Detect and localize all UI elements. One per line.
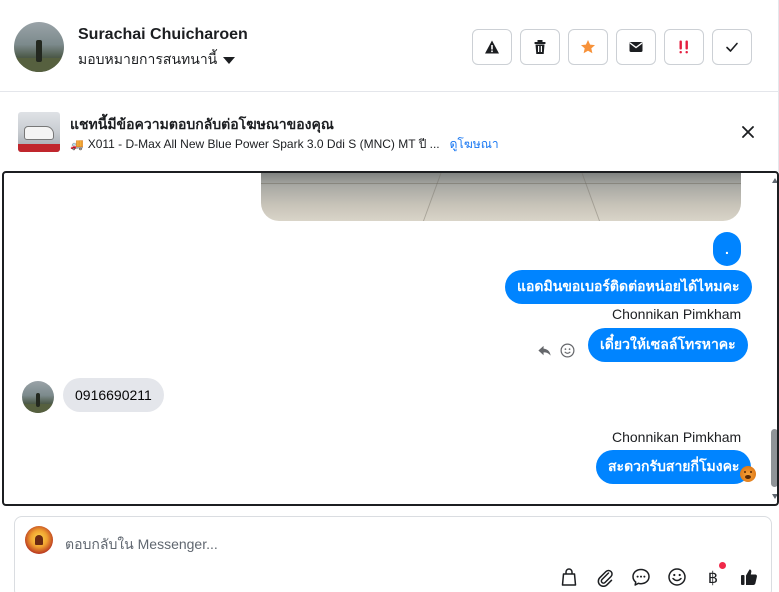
notification-dot bbox=[719, 562, 726, 569]
trash-icon bbox=[534, 40, 546, 54]
user-name[interactable]: Surachai Chuicharoen bbox=[78, 26, 248, 44]
envelope-icon bbox=[629, 42, 643, 52]
react-emoji-icon[interactable] bbox=[559, 342, 575, 358]
saved-reply-icon[interactable] bbox=[631, 567, 651, 587]
user-avatar-small[interactable] bbox=[22, 381, 54, 413]
star-icon bbox=[581, 40, 595, 54]
emoji-icon[interactable] bbox=[667, 567, 687, 587]
scrollbar-thumb[interactable] bbox=[771, 429, 777, 487]
photo-attachment[interactable] bbox=[261, 173, 741, 221]
ad-banner-title: แชทนี้มีข้อความตอบกลับต่อโฆษณาของคุณ bbox=[70, 116, 334, 132]
paperclip-icon[interactable] bbox=[595, 567, 615, 587]
shopping-bag-icon[interactable] bbox=[559, 567, 579, 587]
follow-up-icon bbox=[679, 40, 688, 54]
outgoing-message[interactable]: แอดมินขอเบอร์ติดต่อหน่อยได้ไหมคะ bbox=[505, 270, 752, 304]
message-composer[interactable]: ตอบกลับใน Messenger... ฿ bbox=[14, 516, 772, 592]
follow-up-button[interactable] bbox=[664, 29, 704, 65]
mark-unread-button[interactable] bbox=[616, 29, 656, 65]
scroll-up-arrow[interactable] bbox=[772, 178, 777, 183]
outgoing-message[interactable]: สะดวกรับสายกี่โมงคะ bbox=[596, 450, 752, 484]
reply-icon[interactable] bbox=[536, 342, 552, 358]
sender-name: Chonnikan Pimkham bbox=[612, 429, 742, 445]
checkmark-icon bbox=[726, 42, 738, 52]
mark-spam-button[interactable] bbox=[472, 29, 512, 65]
delete-button[interactable] bbox=[520, 29, 560, 65]
ad-subtitle: X011 - D-Max All New Blue Power Spark 3.… bbox=[87, 137, 440, 151]
truck-icon: 🚚 bbox=[70, 139, 84, 151]
message-thread[interactable]: . แอดมินขอเบอร์ติดต่อหน่อยได้ไหมคะ Chonn… bbox=[2, 171, 779, 506]
seen-reaction-icon bbox=[740, 466, 756, 482]
view-ad-link[interactable]: ดูโฆษณา bbox=[450, 135, 499, 154]
assign-conversation-dropdown[interactable]: มอบหมายการสนทนานี้ bbox=[78, 49, 236, 71]
scroll-down-arrow[interactable] bbox=[772, 494, 777, 499]
star-button[interactable] bbox=[568, 29, 608, 65]
ad-subtitle-row: 🚚 X011 - D-Max All New Blue Power Spark … bbox=[70, 135, 499, 154]
incoming-message[interactable]: 0916690211 bbox=[63, 378, 164, 412]
reply-input[interactable]: ตอบกลับใน Messenger... bbox=[65, 534, 218, 556]
ad-thumbnail[interactable] bbox=[18, 112, 60, 152]
user-avatar[interactable] bbox=[14, 22, 64, 72]
close-icon[interactable] bbox=[738, 122, 758, 142]
sender-name: Chonnikan Pimkham bbox=[612, 306, 742, 322]
composer-toolbar: ฿ bbox=[559, 562, 759, 587]
thumbs-up-icon[interactable] bbox=[739, 567, 759, 587]
outgoing-message[interactable]: เดี๋ยวให้เซลล์โทรหาคะ bbox=[588, 328, 748, 362]
baht-icon[interactable]: ฿ bbox=[703, 562, 726, 587]
assign-label: มอบหมายการสนทนานี้ bbox=[78, 51, 218, 67]
caret-down-icon bbox=[223, 57, 236, 64]
page-avatar bbox=[25, 526, 53, 554]
outgoing-message[interactable]: . bbox=[713, 232, 741, 266]
spam-icon bbox=[485, 40, 499, 54]
conversation-header: Surachai Chuicharoen มอบหมายการสนทนานี้ bbox=[0, 0, 779, 92]
mark-done-button[interactable] bbox=[712, 29, 752, 65]
